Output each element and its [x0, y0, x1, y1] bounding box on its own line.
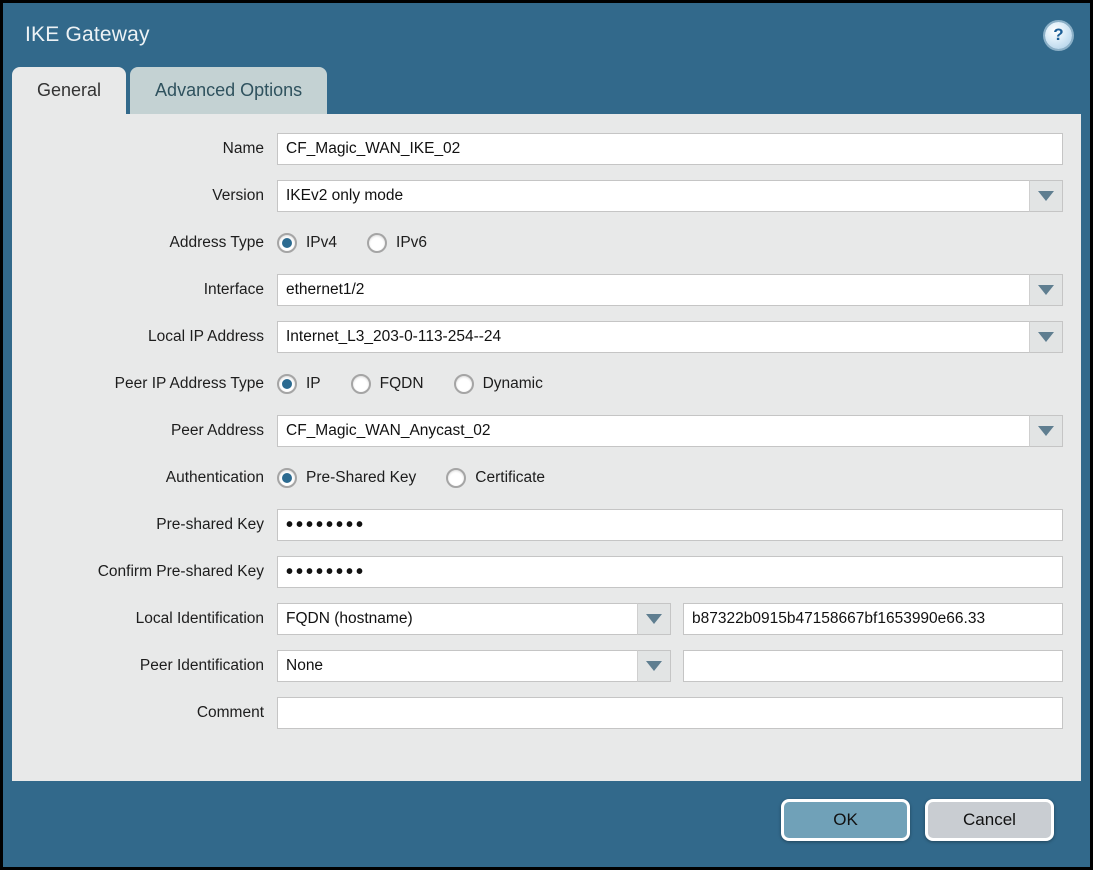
radio-label: Certificate	[475, 469, 545, 487]
form-row-peer-address: Peer Address	[24, 415, 1063, 447]
form-row-name: Name	[24, 133, 1063, 165]
tab-bar: General Advanced Options	[3, 67, 1090, 114]
radio-option-ipv4[interactable]: IPv4	[277, 233, 337, 253]
radio-button[interactable]	[454, 374, 474, 394]
help-icon[interactable]: ?	[1045, 22, 1072, 49]
chevron-down-icon	[646, 661, 662, 671]
title-bar: IKE Gateway ?	[3, 3, 1090, 67]
ok-button[interactable]: OK	[781, 799, 910, 841]
local-identification-type-input[interactable]	[277, 603, 638, 635]
peer-address-dropdown-button[interactable]	[1029, 415, 1063, 447]
chevron-down-icon	[1038, 191, 1054, 201]
comment-input[interactable]	[277, 697, 1063, 729]
radio-button[interactable]	[277, 374, 297, 394]
comment-label: Comment	[24, 704, 277, 722]
dialog-title: IKE Gateway	[25, 23, 150, 47]
name-label: Name	[24, 140, 277, 158]
radio-label: Pre-Shared Key	[306, 469, 416, 487]
general-tab-panel: Name Version Address Type IPv4 IPv6 Inter…	[12, 114, 1081, 781]
radio-option-certificate[interactable]: Certificate	[446, 468, 545, 488]
peer-address-label: Peer Address	[24, 422, 277, 440]
peer-ip-address-type-label: Peer IP Address Type	[24, 375, 277, 393]
radio-label: IP	[306, 375, 321, 393]
local-ip-address-label: Local IP Address	[24, 328, 277, 346]
peer-address-input[interactable]	[277, 415, 1030, 447]
version-input[interactable]	[277, 180, 1030, 212]
radio-label: FQDN	[380, 375, 424, 393]
radio-option-dynamic[interactable]: Dynamic	[454, 374, 543, 394]
confirm-pre-shared-key-input[interactable]	[277, 556, 1063, 588]
cancel-button[interactable]: Cancel	[925, 799, 1054, 841]
name-input[interactable]	[277, 133, 1063, 165]
interface-input[interactable]	[277, 274, 1030, 306]
version-label: Version	[24, 187, 277, 205]
tab-general-label: General	[37, 80, 101, 101]
form-row-address-type: Address Type IPv4 IPv6	[24, 227, 1063, 259]
authentication-label: Authentication	[24, 469, 277, 487]
address-type-label: Address Type	[24, 234, 277, 252]
radio-option-fqdn[interactable]: FQDN	[351, 374, 424, 394]
form-row-authentication: Authentication Pre-Shared Key Certificate	[24, 462, 1063, 494]
radio-option-ipv6[interactable]: IPv6	[367, 233, 427, 253]
form-row-peer-ip-address-type: Peer IP Address Type IP FQDN Dynamic	[24, 368, 1063, 400]
local-ip-address-input[interactable]	[277, 321, 1030, 353]
peer-identification-dropdown-button[interactable]	[637, 650, 671, 682]
radio-label: Dynamic	[483, 375, 543, 393]
pre-shared-key-label: Pre-shared Key	[24, 516, 277, 534]
address-type-radio-group: IPv4 IPv6	[277, 227, 1063, 259]
radio-button[interactable]	[277, 233, 297, 253]
local-identification-value-input[interactable]	[683, 603, 1063, 635]
radio-button[interactable]	[277, 468, 297, 488]
pre-shared-key-input[interactable]	[277, 509, 1063, 541]
chevron-down-icon	[1038, 332, 1054, 342]
local-identification-label: Local Identification	[24, 610, 277, 628]
version-dropdown-button[interactable]	[1029, 180, 1063, 212]
form-row-local-ip-address: Local IP Address	[24, 321, 1063, 353]
local-ip-address-dropdown-button[interactable]	[1029, 321, 1063, 353]
interface-label: Interface	[24, 281, 277, 299]
tab-advanced-options[interactable]: Advanced Options	[130, 67, 327, 114]
radio-option-pre-shared-key[interactable]: Pre-Shared Key	[277, 468, 416, 488]
interface-dropdown-button[interactable]	[1029, 274, 1063, 306]
chevron-down-icon	[1038, 426, 1054, 436]
radio-button[interactable]	[351, 374, 371, 394]
radio-button[interactable]	[446, 468, 466, 488]
confirm-pre-shared-key-label: Confirm Pre-shared Key	[24, 563, 277, 581]
form-row-comment: Comment	[24, 697, 1063, 729]
tab-advanced-options-label: Advanced Options	[155, 80, 302, 101]
peer-identification-label: Peer Identification	[24, 657, 277, 675]
chevron-down-icon	[1038, 285, 1054, 295]
dialog-footer: OK Cancel	[3, 781, 1090, 841]
radio-button[interactable]	[367, 233, 387, 253]
form-row-interface: Interface	[24, 274, 1063, 306]
form-row-local-identification: Local Identification	[24, 603, 1063, 635]
radio-label: IPv4	[306, 234, 337, 252]
peer-ip-address-type-radio-group: IP FQDN Dynamic	[277, 368, 1063, 400]
peer-identification-value-input[interactable]	[683, 650, 1063, 682]
local-identification-dropdown-button[interactable]	[637, 603, 671, 635]
peer-identification-type-input[interactable]	[277, 650, 638, 682]
ike-gateway-dialog: IKE Gateway ? General Advanced Options N…	[0, 0, 1093, 870]
chevron-down-icon	[646, 614, 662, 624]
radio-label: IPv6	[396, 234, 427, 252]
form-row-version: Version	[24, 180, 1063, 212]
form-row-pre-shared-key: Pre-shared Key	[24, 509, 1063, 541]
radio-option-ip[interactable]: IP	[277, 374, 321, 394]
form-row-peer-identification: Peer Identification	[24, 650, 1063, 682]
authentication-radio-group: Pre-Shared Key Certificate	[277, 462, 1063, 494]
tab-general[interactable]: General	[12, 67, 126, 114]
form-row-confirm-pre-shared-key: Confirm Pre-shared Key	[24, 556, 1063, 588]
